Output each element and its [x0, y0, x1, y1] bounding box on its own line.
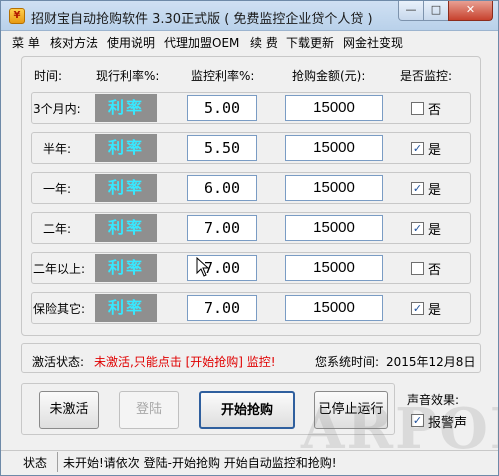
monitor-checkbox[interactable]: ✓	[411, 142, 424, 155]
menu-item-menu[interactable]: 菜 单	[12, 34, 40, 51]
status-bar-message: 未开始!请依次 登陆-开始抢购 开始自动监控和抢购!	[63, 456, 337, 470]
column-header-amount: 抢购金额(元):	[292, 69, 366, 83]
monitor-checkbox-label: 是	[428, 183, 442, 198]
menu-item-download-update[interactable]: 下载更新	[286, 34, 334, 51]
column-header-time: 时间:	[34, 69, 63, 83]
purchase-amount-input[interactable]: 15000	[285, 255, 383, 281]
monitor-rate-input[interactable]: 6.00	[187, 175, 257, 201]
activate-button[interactable]: 未激活	[39, 391, 99, 429]
monitor-checkbox[interactable]: ✓	[411, 222, 424, 235]
system-time-label: 您系统时间:	[315, 355, 380, 369]
start-purchase-button[interactable]: 开始抢购	[199, 391, 295, 429]
purchase-amount-input[interactable]: 15000	[285, 135, 383, 161]
term-label: 二年:	[43, 222, 72, 236]
close-button[interactable]: ✕	[448, 1, 493, 21]
title-bar[interactable]: ¥ 招财宝自动抢购软件 3.30正式版 ( 免费监控企业贷个人贷 ) — □ ✕	[1, 1, 498, 31]
column-header-monitor-rate: 监控利率%:	[191, 69, 255, 83]
system-time-value: 2015年12月8日	[386, 355, 476, 369]
app-window: ¥ 招财宝自动抢购软件 3.30正式版 ( 免费监控企业贷个人贷 ) — □ ✕…	[0, 0, 499, 476]
menu-item-cash-out[interactable]: 网金社变现	[343, 34, 403, 51]
purchase-amount-input[interactable]: 15000	[285, 215, 383, 241]
monitor-checkbox[interactable]: ✓	[411, 182, 424, 195]
column-header-current-rate: 现行利率%:	[96, 69, 160, 83]
maximize-button[interactable]: □	[423, 1, 449, 21]
activation-status-label: 激活状态:	[32, 355, 85, 369]
term-label: 半年:	[43, 142, 72, 156]
term-label: 一年:	[43, 182, 72, 196]
menu-bar: 菜 单 核对方法 使用说明 代理加盟OEM 续 费 下载更新 网金社变现	[1, 31, 498, 51]
current-rate-button[interactable]: 利率	[95, 94, 157, 122]
menu-item-instructions[interactable]: 使用说明	[107, 34, 155, 51]
monitor-rate-input[interactable]: 5.00	[187, 95, 257, 121]
monitor-checkbox[interactable]: ✓	[411, 302, 424, 315]
purchase-amount-input[interactable]: 15000	[285, 295, 383, 321]
monitor-checkbox-label: 是	[428, 223, 442, 238]
current-rate-button[interactable]: 利率	[95, 174, 157, 202]
login-button[interactable]: 登陆	[119, 391, 179, 429]
monitor-checkbox-label: 是	[428, 303, 442, 318]
minimize-button[interactable]: —	[398, 1, 424, 21]
term-label: 二年以上:	[33, 262, 86, 276]
menu-item-renew[interactable]: 续 费	[250, 34, 278, 51]
menu-item-check-method[interactable]: 核对方法	[50, 34, 98, 51]
status-bar-label: 状态	[23, 456, 48, 470]
term-label: 3个月内:	[33, 102, 81, 116]
monitor-checkbox[interactable]	[411, 102, 424, 115]
window-title: 招财宝自动抢购软件 3.30正式版 ( 免费监控企业贷个人贷 )	[31, 12, 373, 27]
current-rate-button[interactable]: 利率	[95, 254, 157, 282]
monitor-checkbox-label: 是	[428, 143, 442, 158]
term-label: 保险其它:	[33, 302, 86, 316]
monitor-checkbox[interactable]	[411, 262, 424, 275]
status-bar-divider	[57, 452, 58, 472]
activation-status-value: 未激活,只能点击 [开始抢购] 监控!	[94, 355, 276, 369]
monitor-rate-input[interactable]: 7.00	[187, 215, 257, 241]
purchase-amount-input[interactable]: 15000	[285, 95, 383, 121]
monitor-rate-input[interactable]: 5.50	[187, 135, 257, 161]
mouse-cursor-icon	[196, 257, 210, 277]
current-rate-button[interactable]: 利率	[95, 214, 157, 242]
purchase-amount-input[interactable]: 15000	[285, 175, 383, 201]
monitor-rate-input[interactable]: 7.00	[187, 295, 257, 321]
menu-item-agent-oem[interactable]: 代理加盟OEM	[164, 34, 239, 51]
app-logo-icon: ¥	[9, 8, 25, 24]
current-rate-button[interactable]: 利率	[95, 134, 157, 162]
column-header-monitor: 是否监控:	[400, 69, 453, 83]
monitor-checkbox-label: 否	[428, 263, 442, 278]
monitor-checkbox-label: 否	[428, 103, 442, 118]
current-rate-button[interactable]: 利率	[95, 294, 157, 322]
